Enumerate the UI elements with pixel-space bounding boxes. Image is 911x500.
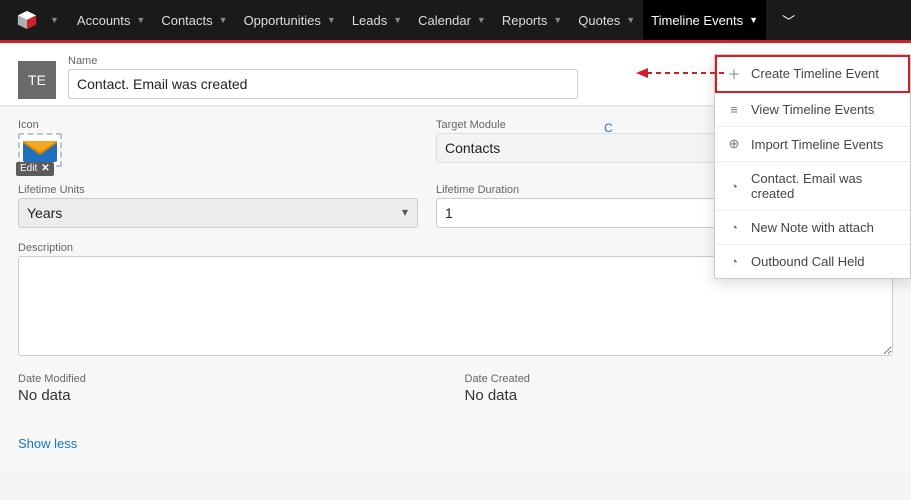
menu-item-label: Import Timeline Events bbox=[751, 137, 883, 152]
nav-item-contacts[interactable]: Contacts ▼ bbox=[153, 0, 235, 40]
chevron-down-icon: ▼ bbox=[393, 15, 402, 25]
nav-item-label: Calendar bbox=[418, 13, 471, 28]
list-icon: ≡ bbox=[727, 102, 741, 117]
nav-item-label: Timeline Events bbox=[651, 13, 743, 28]
upload-icon: ⊕ bbox=[727, 136, 741, 152]
date-created-label: Date Created bbox=[465, 373, 894, 385]
nav-item-leads[interactable]: Leads ▼ bbox=[344, 0, 410, 40]
nav-item-label: Opportunities bbox=[244, 13, 321, 28]
nav-item-opportunities[interactable]: Opportunities ▼ bbox=[236, 0, 344, 40]
lifetime-units-label: Lifetime Units bbox=[18, 184, 418, 196]
clock-icon: ◔ bbox=[727, 179, 741, 194]
nav-item-reports[interactable]: Reports ▼ bbox=[494, 0, 570, 40]
icon-edit-label: Edit bbox=[20, 163, 37, 174]
nav-item-quotes[interactable]: Quotes ▼ bbox=[570, 0, 643, 40]
icon-picker[interactable]: Edit✕ bbox=[18, 133, 62, 170]
menu-item-import-timeline-events[interactable]: ⊕ Import Timeline Events bbox=[715, 127, 910, 162]
nav-item-label: Accounts bbox=[77, 13, 130, 28]
nav-item-label: Quotes bbox=[578, 13, 620, 28]
menu-item-label: Contact. Email was created bbox=[751, 171, 898, 201]
nav-item-timeline-events[interactable]: Timeline Events ▼ bbox=[643, 0, 766, 40]
timeline-events-menu: ＋ Create Timeline Event ≡ View Timeline Eve… bbox=[714, 54, 911, 279]
chevron-down-icon: ▼ bbox=[749, 15, 758, 25]
chevron-down-icon: ▼ bbox=[327, 15, 336, 25]
chevron-down-icon: ▼ bbox=[136, 15, 145, 25]
menu-item-view-timeline-events[interactable]: ≡ View Timeline Events bbox=[715, 93, 910, 127]
nav-overflow[interactable]: ﹀ bbox=[770, 0, 807, 40]
date-created-value: No data bbox=[465, 387, 894, 404]
menu-item-outbound-call-held[interactable]: ◔ Outbound Call Held bbox=[715, 245, 910, 278]
nav-item-calendar[interactable]: Calendar ▼ bbox=[410, 0, 494, 40]
clock-icon: ◔ bbox=[727, 220, 741, 235]
chevron-down-icon: ▼ bbox=[477, 15, 486, 25]
chevron-down-icon: ▼ bbox=[219, 15, 228, 25]
show-less-link[interactable]: Show less bbox=[18, 436, 77, 451]
nav-item-accounts[interactable]: Accounts ▼ bbox=[69, 0, 153, 40]
nav-item-label: Reports bbox=[502, 13, 548, 28]
mail-icon bbox=[22, 137, 58, 163]
chevron-down-icon: ▼ bbox=[626, 15, 635, 25]
module-avatar: TE bbox=[18, 61, 56, 99]
chevron-down-icon: ﹀ bbox=[782, 11, 795, 30]
logo-caret-icon[interactable]: ▼ bbox=[50, 15, 59, 25]
menu-item-new-note-with-attach[interactable]: ◔ New Note with attach bbox=[715, 211, 910, 245]
top-nav: ▼ Accounts ▼ Contacts ▼ Opportunities ▼ Leads ▼… bbox=[0, 0, 911, 43]
plus-icon: ＋ bbox=[727, 64, 741, 83]
lifetime-units-select[interactable]: Years bbox=[18, 198, 418, 228]
date-modified-value: No data bbox=[18, 387, 447, 404]
menu-item-contact-email-was-created[interactable]: ◔ Contact. Email was created bbox=[715, 162, 910, 211]
date-modified-label: Date Modified bbox=[18, 373, 447, 385]
close-icon[interactable]: ✕ bbox=[41, 163, 49, 174]
truncated-action-char: C bbox=[604, 121, 613, 135]
icon-edit-badge[interactable]: Edit ✕ bbox=[16, 162, 54, 176]
menu-item-label: New Note with attach bbox=[751, 220, 874, 235]
chevron-down-icon: ▼ bbox=[553, 15, 562, 25]
menu-item-label: Create Timeline Event bbox=[751, 66, 879, 81]
nav-item-label: Leads bbox=[352, 13, 387, 28]
app-logo[interactable] bbox=[10, 3, 44, 37]
nav-item-label: Contacts bbox=[161, 13, 212, 28]
menu-item-label: View Timeline Events bbox=[751, 102, 874, 117]
icon-label: Icon bbox=[18, 119, 418, 131]
name-input[interactable] bbox=[68, 69, 578, 99]
clock-icon: ◔ bbox=[727, 254, 741, 269]
menu-item-create-timeline-event[interactable]: ＋ Create Timeline Event bbox=[715, 55, 910, 93]
menu-item-label: Outbound Call Held bbox=[751, 254, 864, 269]
